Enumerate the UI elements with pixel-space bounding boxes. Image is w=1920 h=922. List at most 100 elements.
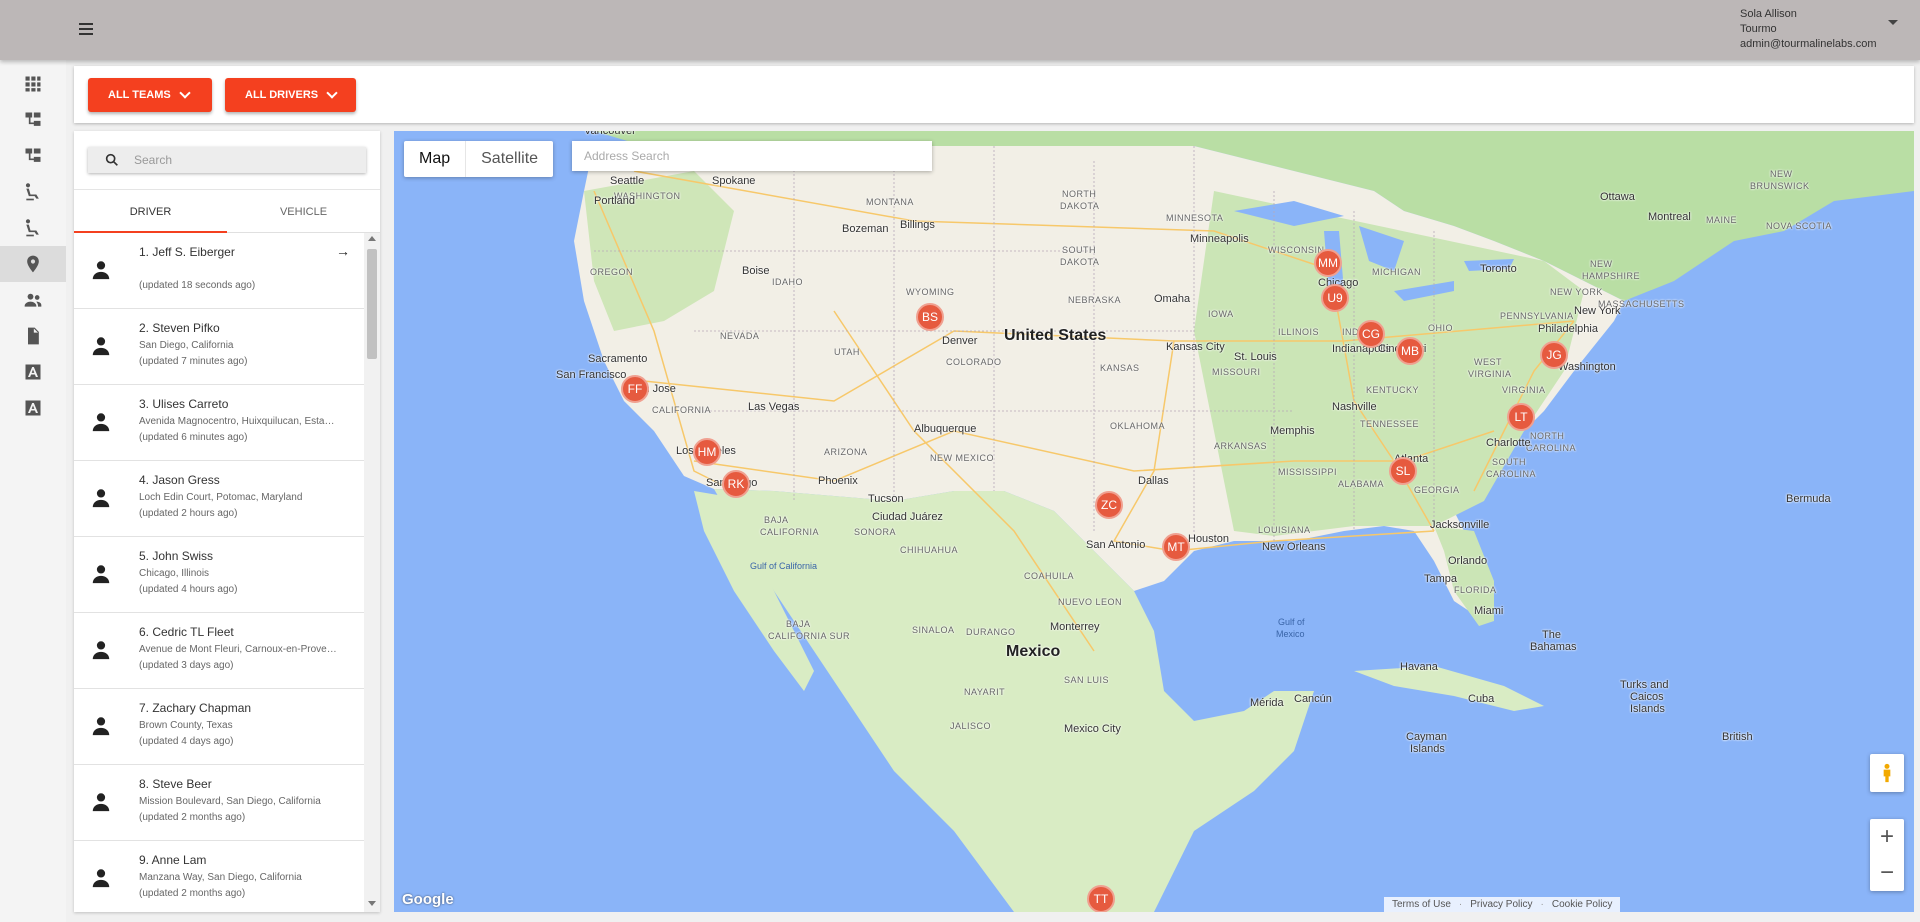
- driver-row[interactable]: 9. Anne Lam Manzana Way, San Diego, Calif…: [74, 841, 364, 912]
- map-label: ARIZONA: [824, 447, 868, 457]
- nav-location[interactable]: [0, 246, 66, 282]
- driver-marker[interactable]: RK: [722, 470, 750, 498]
- map-label: Minneapolis: [1190, 233, 1249, 245]
- map-label: Ciudad Juárez: [872, 511, 943, 523]
- driver-row[interactable]: 7. Zachary Chapman Brown County, Texas (up…: [74, 689, 364, 765]
- all-drivers-button[interactable]: ALL DRIVERS: [225, 78, 356, 112]
- map-type-map-button[interactable]: Map: [404, 141, 467, 177]
- search-icon: [105, 153, 118, 166]
- driver-row[interactable]: 3. Ulises Carreto Avenida Magnocentro, Hu…: [74, 385, 364, 461]
- driver-list-scrollbar[interactable]: [364, 233, 380, 912]
- map-label: VIRGINIA: [1468, 369, 1512, 379]
- map-label: Toronto: [1480, 263, 1517, 275]
- driver-row[interactable]: 6. Cedric TL Fleet Avenue de Mont Fleuri,…: [74, 613, 364, 689]
- driver-row[interactable]: 8. Steve Beer Mission Boulevard, San Dieg…: [74, 765, 364, 841]
- driver-marker[interactable]: CG: [1357, 320, 1385, 348]
- map-label: NAYARIT: [964, 687, 1006, 697]
- map-label: Mexico: [1006, 643, 1061, 660]
- map-type-satellite-button[interactable]: Satellite: [466, 141, 553, 177]
- map-label: NORTH: [1530, 431, 1565, 441]
- driver-location: Mission Boulevard, San Diego, California: [139, 796, 321, 807]
- driver-marker[interactable]: U9: [1321, 284, 1349, 312]
- map-label: SONORA: [854, 527, 897, 537]
- address-search-input[interactable]: [572, 141, 932, 171]
- privacy-policy-link[interactable]: Privacy Policy: [1470, 899, 1532, 910]
- zoom-in-button[interactable]: +: [1870, 819, 1904, 855]
- street-view-pegman[interactable]: [1870, 754, 1904, 792]
- nav-documents[interactable]: [0, 318, 66, 354]
- driver-marker[interactable]: TT: [1087, 885, 1115, 912]
- driver-marker[interactable]: MM: [1314, 249, 1342, 277]
- user-org: Tourmo: [1740, 23, 1777, 35]
- map-label: NEW: [1590, 259, 1613, 269]
- map-label: CHIHUAHUA: [900, 545, 959, 555]
- zoom-out-button[interactable]: −: [1870, 855, 1904, 891]
- driver-name: 2. Steven Pifko: [139, 321, 220, 335]
- driver-row[interactable]: 2. Steven Pifko San Diego, California (upd…: [74, 309, 364, 385]
- nav-dashboard[interactable]: [0, 66, 66, 102]
- map-label: Denver: [942, 335, 978, 347]
- driver-marker[interactable]: MB: [1396, 337, 1424, 365]
- tab-driver[interactable]: DRIVER: [74, 190, 227, 233]
- map-label: United States: [1004, 327, 1107, 344]
- scroll-up-arrow-icon[interactable]: [368, 236, 376, 241]
- map-label: NOVA SCOTIA: [1766, 221, 1832, 231]
- driver-row[interactable]: 1. Jeff S. Eiberger (updated 18 seconds a…: [74, 233, 364, 309]
- search-input[interactable]: [134, 153, 334, 167]
- driver-updated: (updated 6 minutes ago): [139, 432, 248, 443]
- nav-font-a-2[interactable]: [0, 390, 66, 426]
- map-label: Sacramento: [588, 353, 648, 365]
- tab-vehicle[interactable]: VEHICLE: [227, 190, 380, 233]
- driver-marker[interactable]: JG: [1540, 341, 1568, 369]
- map-type-control: Map Satellite: [404, 141, 554, 177]
- cookie-policy-link[interactable]: Cookie Policy: [1552, 899, 1613, 910]
- dashboard-grid-icon: [25, 76, 41, 92]
- hierarchy-icon: [25, 112, 41, 126]
- nav-hierarchy-2[interactable]: [0, 138, 66, 174]
- terms-of-use-link[interactable]: Terms of Use: [1392, 899, 1451, 910]
- hamburger-menu-icon[interactable]: [76, 20, 96, 40]
- driver-row[interactable]: 4. Jason Gress Loch Edin Court, Potomac, …: [74, 461, 364, 537]
- map-label: COLORADO: [946, 357, 1002, 367]
- user-account[interactable]: Sola Allison Tourmo admin@tourmalinelabs…: [1740, 7, 1877, 52]
- driver-marker[interactable]: BS: [916, 303, 944, 331]
- all-teams-button[interactable]: ALL TEAMS: [88, 78, 212, 112]
- driver-marker[interactable]: LT: [1507, 403, 1535, 431]
- nav-seat[interactable]: [0, 174, 66, 210]
- zoom-control: + −: [1870, 819, 1904, 891]
- nav-people[interactable]: [0, 282, 66, 318]
- map-view[interactable]: United States Mexico Vancouver Seattle Spoka…: [394, 131, 1914, 912]
- map-label: NORTH: [1062, 189, 1097, 199]
- map-label: New Orleans: [1262, 541, 1326, 553]
- map-label: Tucson: [868, 493, 904, 505]
- map-label: Orlando: [1448, 555, 1488, 567]
- driver-row[interactable]: 5. John Swiss Chicago, Illinois (updated 4…: [74, 537, 364, 613]
- nav-hierarchy[interactable]: [0, 102, 66, 138]
- nav-font-a[interactable]: [0, 354, 66, 390]
- scrollbar-thumb[interactable]: [367, 249, 377, 359]
- map-label: Cancún: [1294, 693, 1332, 705]
- driver-marker[interactable]: SL: [1389, 457, 1417, 485]
- map-label: New York: [1574, 305, 1621, 317]
- map-label: MICHIGAN: [1372, 267, 1421, 277]
- map-label: ARKANSAS: [1214, 441, 1268, 451]
- map-label: MISSISSIPPI: [1278, 467, 1338, 477]
- driver-marker[interactable]: ZC: [1095, 491, 1123, 519]
- map-label: Philadelphia: [1538, 323, 1598, 335]
- account-dropdown-icon[interactable]: [1888, 20, 1898, 25]
- arrow-right-icon[interactable]: →: [336, 243, 350, 259]
- chevron-down-icon: [179, 87, 191, 99]
- map-label: San Francisco: [556, 369, 627, 381]
- map-label: The: [1542, 629, 1561, 641]
- driver-marker[interactable]: FF: [621, 375, 649, 403]
- driver-name: 8. Steve Beer: [139, 777, 212, 791]
- nav-seat-2[interactable]: [0, 210, 66, 246]
- person-icon: [90, 791, 112, 813]
- filter-bar: ALL TEAMS ALL DRIVERS: [74, 66, 1914, 123]
- people-icon: [24, 293, 42, 307]
- driver-marker[interactable]: MT: [1162, 533, 1190, 561]
- driver-marker[interactable]: HM: [693, 438, 721, 466]
- scroll-down-arrow-icon[interactable]: [368, 901, 376, 906]
- map-label: CAROLINA: [1486, 469, 1537, 479]
- map-label: SAN LUIS: [1064, 675, 1110, 685]
